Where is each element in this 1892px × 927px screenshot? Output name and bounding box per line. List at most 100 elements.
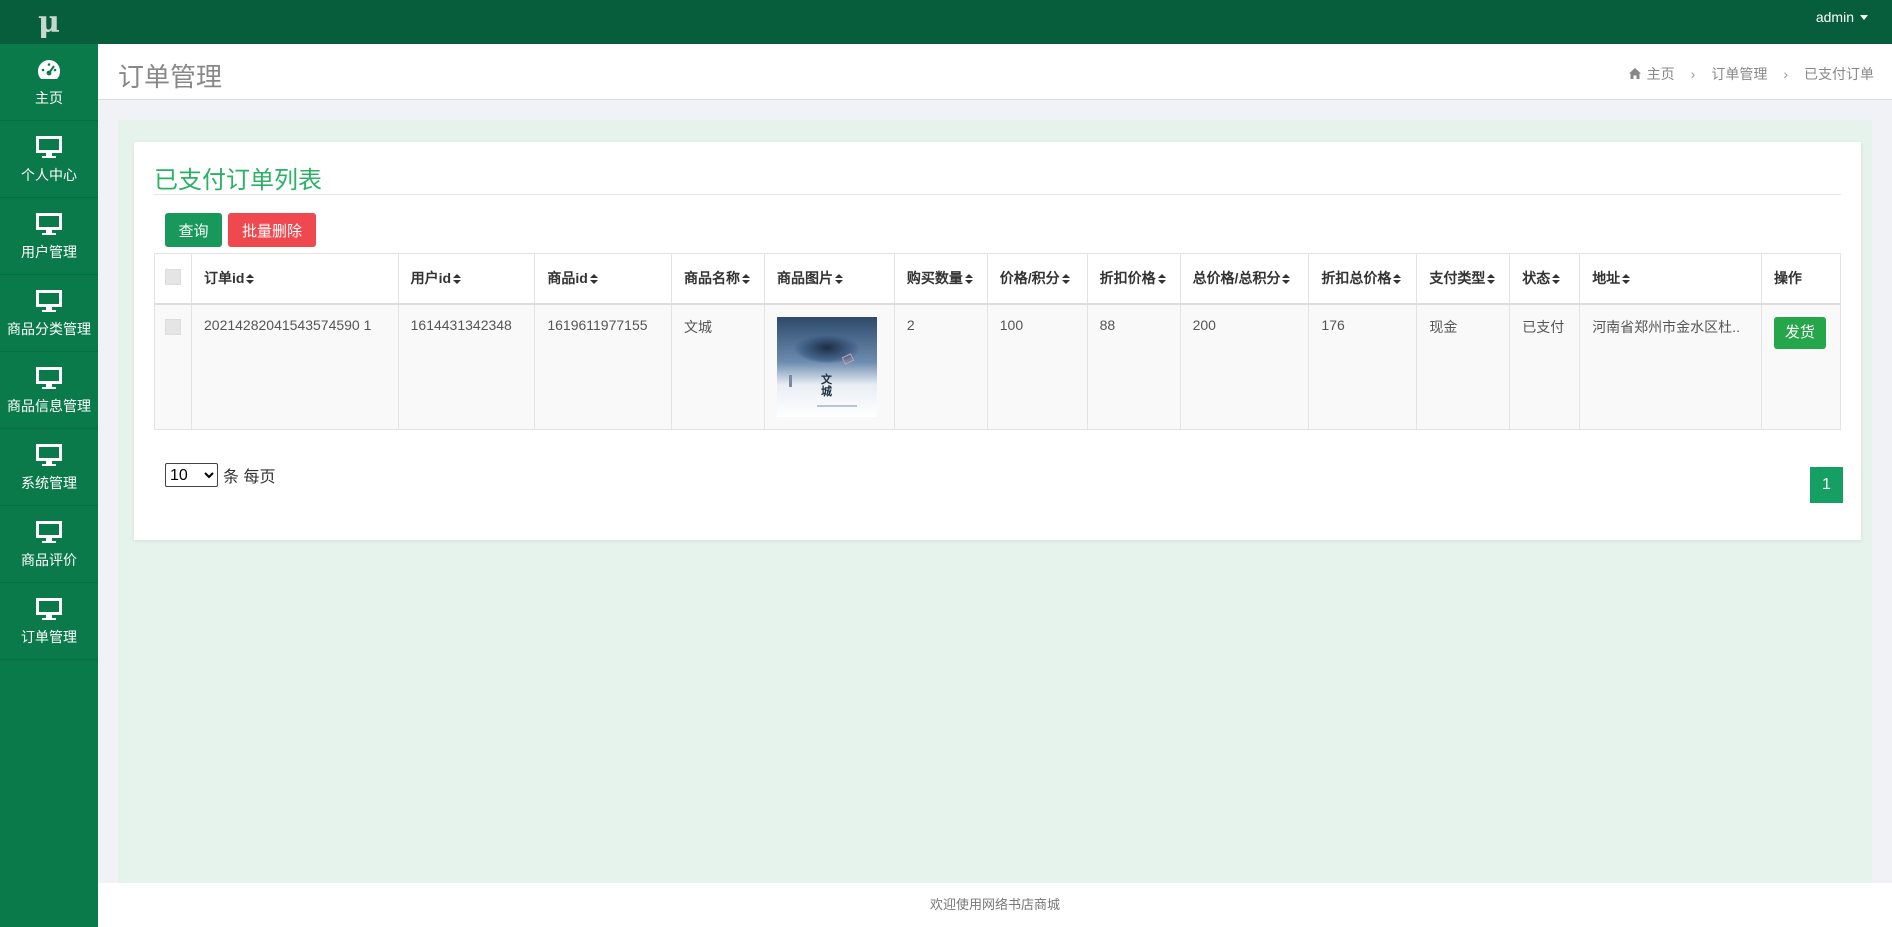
dashboard-icon — [35, 56, 63, 84]
page-size-select[interactable]: 10 — [165, 463, 218, 487]
monitor-icon — [35, 133, 63, 161]
column-label: 折扣价格 — [1099, 270, 1156, 287]
row-checkbox[interactable] — [165, 318, 181, 335]
column-header[interactable]: 商品图片 — [763, 253, 895, 305]
column-header: 操作 — [1760, 253, 1842, 305]
column-header[interactable]: 商品id — [534, 253, 673, 305]
sidebar-item-label: 个人中心 — [21, 167, 77, 183]
chevron-right-icon: › — [1690, 66, 1696, 82]
column-label: 状态 — [1522, 270, 1551, 287]
monitor-icon — [35, 595, 63, 623]
monitor-icon — [35, 518, 63, 546]
page-title: 订单管理 — [118, 62, 223, 92]
column-header[interactable]: 折扣价格 — [1086, 253, 1181, 305]
sidebar-item-label: 用户管理 — [21, 244, 77, 260]
table-header-row: 订单id 用户id 商品id 商品名称 商品图片 购买数量 价格/积分 折扣价格… — [154, 253, 1842, 305]
sort-icon — [1552, 274, 1561, 285]
orders-table: 订单id 用户id 商品id 商品名称 商品图片 购买数量 价格/积分 折扣价格… — [154, 253, 1842, 430]
monitor-icon — [35, 210, 63, 238]
column-label: 订单id — [204, 270, 245, 287]
sidebar-item-home[interactable]: 主页 — [0, 44, 98, 121]
monitor-icon — [35, 364, 63, 392]
pagination-page-1[interactable]: 1 — [1810, 467, 1843, 503]
column-label: 价格/积分 — [999, 270, 1060, 287]
user-menu[interactable]: admin — [1816, 0, 1868, 34]
column-label: 商品图片 — [776, 270, 833, 287]
cover-title-char: 城 — [820, 384, 832, 398]
select-all-cell — [154, 253, 192, 305]
sidebar-item-label: 商品评价 — [21, 552, 77, 568]
sort-icon — [1393, 274, 1402, 285]
sidebar-item-label: 系统管理 — [21, 475, 77, 491]
sort-icon — [1487, 274, 1496, 285]
breadcrumb-home[interactable]: 主页 — [1647, 64, 1675, 84]
sidebar-item-label: 商品信息管理 — [7, 398, 91, 414]
query-button[interactable]: 查询 — [165, 213, 222, 247]
cover-ornament — [788, 374, 792, 387]
sidebar-item-users[interactable]: 用户管理 — [0, 198, 98, 275]
column-header[interactable]: 用户id — [397, 253, 536, 305]
column-header[interactable]: 订单id — [191, 253, 399, 305]
content-area: 已支付订单列表 查询 批量删除 订单id 用户id 商品id 商品名称 商品图片… — [118, 120, 1872, 883]
sidebar-item-products[interactable]: 商品信息管理 — [0, 352, 98, 429]
column-label: 用户id — [410, 270, 452, 287]
page-header: 订单管理 主页 › 订单管理 › 已支付订单 — [98, 44, 1892, 100]
column-header[interactable]: 总价格/总积分 — [1179, 253, 1310, 305]
sidebar-item-label: 商品分类管理 — [7, 321, 91, 337]
card-title: 已支付订单列表 — [154, 167, 322, 194]
sidebar-item-label: 主页 — [35, 90, 63, 106]
sidebar-item-label: 订单管理 — [21, 629, 77, 645]
column-header[interactable]: 价格/积分 — [986, 253, 1088, 305]
footer: 欢迎使用网络书店商城 — [98, 883, 1892, 927]
breadcrumb-current: 已支付订单 — [1804, 66, 1874, 82]
sidebar-item-profile[interactable]: 个人中心 — [0, 121, 98, 198]
sort-icon — [1061, 274, 1070, 285]
column-label: 购买数量 — [906, 270, 963, 287]
divider — [154, 194, 1841, 195]
monitor-icon — [35, 287, 63, 315]
row-select-cell — [154, 303, 192, 430]
product-name-cell: 文城 — [671, 303, 765, 430]
sidebar-item-reviews[interactable]: 商品评价 — [0, 506, 98, 583]
user-id-cell: 1614431342348 — [397, 303, 536, 430]
sort-icon — [1157, 274, 1166, 285]
product-image-cell: 文 城 — [763, 303, 895, 430]
logo[interactable]: μ — [0, 0, 98, 44]
user-name: admin — [1815, 9, 1854, 25]
column-header[interactable]: 购买数量 — [893, 253, 988, 305]
select-all-checkbox[interactable] — [165, 268, 181, 285]
page-size-control: 10 条 每页 — [165, 463, 275, 487]
sort-icon — [964, 274, 973, 285]
action-cell: 发货 — [1760, 303, 1842, 430]
column-label: 地址 — [1592, 270, 1621, 287]
status-cell: 已支付 — [1509, 303, 1581, 430]
sidebar-item-orders[interactable]: 订单管理 — [0, 583, 98, 660]
sort-icon — [589, 274, 598, 285]
column-header[interactable]: 地址 — [1579, 253, 1762, 305]
batch-delete-button[interactable]: 批量删除 — [228, 213, 316, 247]
column-header[interactable]: 状态 — [1509, 253, 1581, 305]
breadcrumb-orders[interactable]: 订单管理 — [1711, 64, 1767, 84]
total-price-cell: 200 — [1179, 303, 1310, 430]
sidebar-item-categories[interactable]: 商品分类管理 — [0, 275, 98, 352]
quantity-cell: 2 — [893, 303, 988, 430]
caret-down-icon — [1860, 14, 1868, 20]
logo-text: μ — [38, 4, 60, 40]
sidebar: μ 主页 个人中心 用户管理 商品分类管理 商品信息管理 系统管理 商品评价 订… — [0, 0, 98, 927]
chevron-right-icon: › — [1783, 66, 1788, 82]
column-label: 商品名称 — [684, 270, 741, 287]
column-header[interactable]: 商品名称 — [671, 253, 765, 305]
product-image[interactable]: 文 城 — [776, 316, 877, 417]
breadcrumb: 主页 › 订单管理 › 已支付订单 — [1628, 64, 1874, 84]
column-header[interactable]: 折扣总价格 — [1308, 253, 1418, 305]
column-label: 折扣总价格 — [1321, 270, 1392, 287]
pay-type-cell: 现金 — [1416, 303, 1511, 430]
sort-icon — [1282, 274, 1291, 285]
column-label: 操作 — [1773, 270, 1802, 287]
ship-button[interactable]: 发货 — [1773, 316, 1826, 349]
cover-ornament — [816, 404, 857, 407]
column-header[interactable]: 支付类型 — [1416, 253, 1511, 305]
sort-icon — [1622, 274, 1631, 285]
home-icon — [1628, 66, 1641, 82]
sidebar-item-system[interactable]: 系统管理 — [0, 429, 98, 506]
